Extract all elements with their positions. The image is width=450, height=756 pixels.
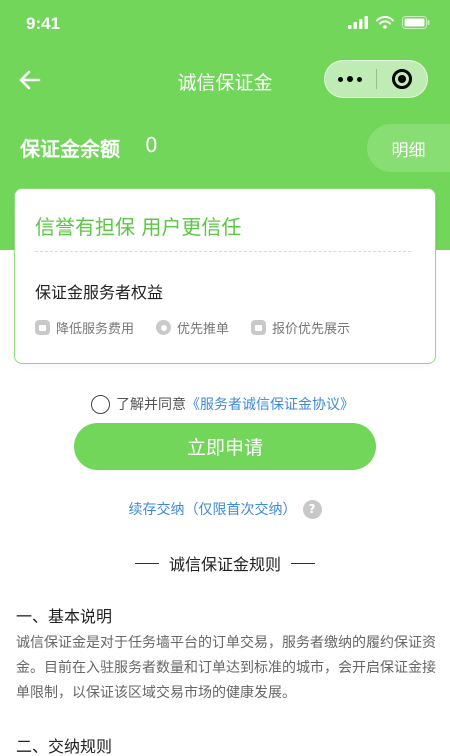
renew-row: 续存交纳（仅限首次交纳） ? [0, 499, 450, 519]
close-mini-program-button[interactable] [376, 61, 427, 97]
apply-now-button[interactable]: 立即申请 [74, 423, 376, 470]
agree-radio[interactable] [91, 394, 110, 414]
balance-value: 0 [145, 133, 158, 157]
card-subtitle: 保证金服务者权益 [35, 283, 164, 302]
section-body-basic: 诚信保证金是对于任务墙平台的订单交易，服务者缴纳的履约保证资金。目前在入驻服务者… [16, 635, 436, 701]
rules-line-left [134, 562, 159, 564]
benefit-label: 报价优先展示 [272, 322, 351, 337]
benefit-list: 降低服务费用 优先推单 报价优先展示 [35, 318, 350, 337]
status-bar: 9:41 [0, 0, 450, 48]
renew-link[interactable]: 续存交纳（仅限首次交纳） [129, 499, 297, 519]
benefit-label: 优先推单 [177, 322, 230, 337]
medal-icon [156, 320, 172, 335]
help-icon[interactable]: ? [302, 499, 322, 519]
section-title-basic: 一、基本说明 [16, 607, 113, 626]
more-button[interactable] [325, 61, 376, 97]
agreement-prefix: 了解并同意 [116, 397, 186, 413]
more-dots-icon [338, 76, 344, 82]
rules-header: 诚信保证金规则 [0, 551, 450, 575]
benefits-card: 信誉有担保 用户更信任 保证金服务者权益 降低服务费用 优先推单 报价优先展示 [14, 188, 436, 364]
signal-icon [348, 16, 368, 29]
agreement-row: 了解并同意 《服务者诚信保证金协议》 [91, 394, 354, 414]
mini-program-capsule [324, 60, 428, 98]
status-icons [348, 16, 430, 29]
rules-title: 诚信保证金规则 [168, 555, 281, 574]
section-title-payment: 二、交纳规则 [16, 737, 113, 756]
target-icon [391, 69, 412, 89]
more-dots-icon-center [347, 76, 354, 82]
agreement-link[interactable]: 《服务者诚信保证金协议》 [186, 394, 354, 414]
back-button[interactable] [16, 66, 44, 94]
ticket-icon [35, 320, 50, 335]
detail-button[interactable]: 明细 [367, 124, 450, 172]
tag-icon [251, 320, 267, 335]
benefit-label: 降低服务费用 [56, 322, 135, 337]
wifi-icon [376, 16, 394, 29]
balance-label: 保证金余额 [20, 137, 120, 161]
battery-icon [402, 16, 430, 29]
card-slogan: 信誉有担保 用户更信任 [35, 215, 242, 239]
benefit-item: 优先推单 [156, 318, 229, 337]
more-dots-icon-right [357, 76, 363, 82]
nav-bar: 诚信保证金 [0, 56, 450, 104]
arrow-left-icon [19, 70, 41, 90]
card-divider [35, 251, 411, 252]
status-time: 9:41 [26, 14, 61, 33]
rules-line-right [291, 562, 315, 564]
benefit-item: 报价优先展示 [251, 318, 350, 337]
benefit-item: 降低服务费用 [35, 318, 134, 337]
